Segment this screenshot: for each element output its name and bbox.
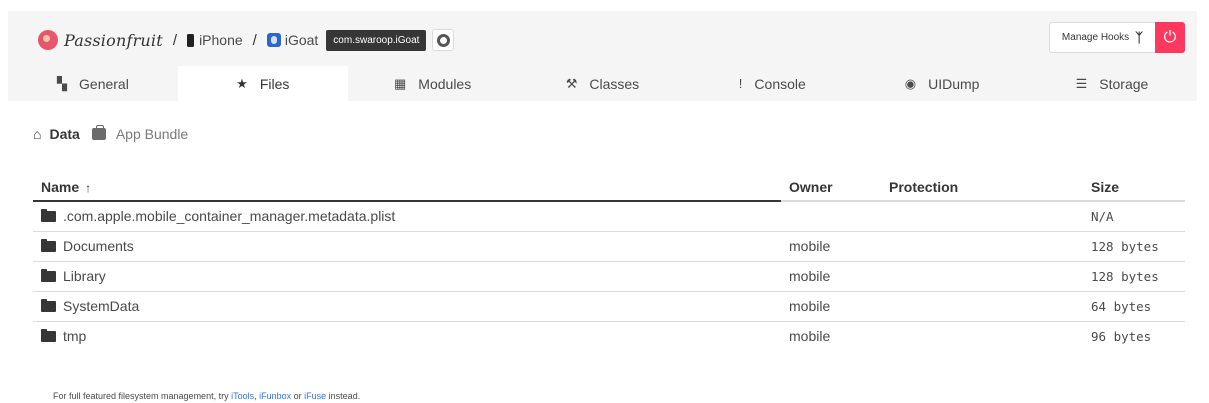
folder-icon [41, 209, 56, 223]
footer-prefix: For full featured filesystem management,… [53, 391, 232, 401]
table-header-row: Name ↑ Owner Protection Size [33, 173, 1185, 202]
hook-icon: ᛉ [1135, 30, 1143, 45]
tab-label: UIDump [928, 75, 980, 92]
header-breadcrumb: Passionfruit / iPhone / iGoat com.swaroo… [38, 28, 455, 52]
grid-icon: ▚ [57, 75, 68, 91]
app-name[interactable]: iGoat [285, 32, 318, 48]
screenshot-button[interactable] [432, 29, 455, 51]
file-owner [781, 201, 881, 232]
file-size: 128 bytes [1083, 231, 1185, 262]
file-owner: mobile [781, 291, 881, 322]
file-size: N/A [1083, 201, 1185, 232]
file-protection [881, 201, 1083, 232]
tab-label: General [79, 75, 129, 92]
console-alert-icon: ! [738, 76, 743, 91]
hooks-controls: Manage Hooks ᛉ ⏻ [1048, 22, 1185, 53]
tab-storage[interactable]: ☰ Storage [1027, 66, 1197, 101]
file-name: Library [63, 268, 106, 284]
table-row[interactable]: SystemData mobile 64 bytes [33, 291, 1185, 322]
file-owner: mobile [781, 261, 881, 292]
brand-name[interactable]: Passionfruit [64, 31, 163, 50]
camera-shutter-icon [436, 33, 450, 47]
tab-label: Modules [418, 75, 472, 92]
tab-console[interactable]: ! Console [687, 66, 857, 101]
file-size: 96 bytes [1091, 328, 1152, 344]
phone-icon [187, 33, 195, 47]
column-protection[interactable]: Protection [881, 173, 1083, 202]
tab-label: Storage [1099, 75, 1149, 92]
app-icon [266, 33, 281, 47]
table-row[interactable]: Documents mobile 128 bytes [33, 231, 1185, 262]
file-protection [881, 261, 1083, 292]
tab-files[interactable]: ★ Files [177, 66, 348, 101]
file-name: tmp [63, 328, 87, 345]
device-name[interactable]: iPhone [199, 32, 243, 48]
folder-icon [41, 299, 56, 312]
file-owner: mobile [781, 231, 881, 262]
tab-label: Console [754, 75, 806, 92]
tab-bar: ▚ General ★ Files ▦ Modules ⚒ Classes ! Conso… [8, 66, 1197, 101]
breadcrumb-separator: / [172, 31, 178, 49]
file-name-cell[interactable]: Library [33, 261, 781, 292]
manage-hooks-label: Manage Hooks [1061, 32, 1130, 43]
eye-icon: ◉ [904, 75, 917, 91]
file-name: .com.apple.mobile_container_manager.meta… [63, 208, 396, 225]
file-name-cell[interactable]: tmp [33, 321, 781, 351]
file-name: SystemData [63, 298, 140, 314]
ifuse-link[interactable]: iFuse [304, 391, 326, 401]
ifunbox-link[interactable]: iFunbox [259, 391, 291, 401]
folder-icon [41, 239, 56, 252]
location-breadcrumb: ⌂ Data App Bundle [33, 125, 188, 142]
folder-icon [41, 329, 56, 343]
sort-ascending-icon: ↑ [85, 180, 92, 195]
storage-icon: ☰ [1075, 75, 1088, 91]
file-name-cell[interactable]: Documents [33, 231, 781, 262]
home-icon[interactable]: ⌂ [33, 126, 41, 142]
folder-star-icon: ★ [236, 75, 248, 91]
tab-label: Classes [589, 75, 640, 92]
power-button[interactable]: ⏻ [1155, 22, 1185, 53]
itools-link[interactable]: iTools [231, 391, 254, 401]
file-size: 128 bytes [1083, 261, 1185, 292]
tab-label: Files [259, 75, 290, 92]
briefcase-icon [91, 125, 106, 140]
location-app-bundle[interactable]: App Bundle [116, 126, 188, 142]
file-name: Documents [63, 238, 134, 254]
file-protection [881, 231, 1083, 262]
location-data[interactable]: Data [49, 126, 79, 142]
file-name-cell[interactable]: .com.apple.mobile_container_manager.meta… [33, 201, 781, 232]
file-protection [881, 321, 1083, 351]
table-row[interactable]: .com.apple.mobile_container_manager.meta… [33, 201, 1185, 232]
files-table: Name ↑ Owner Protection Size .com.apple.m… [33, 173, 1185, 351]
bundle-id-tag: com.swaroop.iGoat [326, 29, 427, 51]
file-size: 64 bytes [1083, 291, 1185, 322]
file-name-cell[interactable]: SystemData [33, 291, 781, 322]
tab-general[interactable]: ▚ General [8, 66, 178, 101]
modules-icon: ▦ [394, 75, 407, 91]
power-icon: ⏻ [1163, 28, 1177, 46]
column-name-label: Name [41, 178, 80, 195]
footer-note: For full featured filesystem management,… [53, 391, 360, 401]
tab-modules[interactable]: ▦ Modules [348, 66, 518, 101]
column-owner[interactable]: Owner [781, 173, 881, 202]
footer-suffix: instead. [326, 391, 361, 401]
tab-uidump[interactable]: ◉ UIDump [857, 66, 1027, 101]
tab-classes[interactable]: ⚒ Classes [518, 66, 688, 101]
manage-hooks-button[interactable]: Manage Hooks ᛉ [1048, 22, 1155, 53]
column-name[interactable]: Name ↑ [33, 173, 781, 202]
footer-separator: or [291, 391, 305, 401]
table-row[interactable]: Library mobile 128 bytes [33, 261, 1185, 292]
gavel-icon: ⚒ [565, 75, 578, 91]
table-row[interactable]: tmp mobile 96 bytes [33, 321, 1185, 351]
file-protection [881, 291, 1083, 322]
breadcrumb-separator: / [252, 31, 257, 49]
passionfruit-logo-icon [38, 30, 58, 50]
column-size[interactable]: Size [1083, 173, 1185, 202]
file-owner: mobile [789, 328, 831, 345]
folder-icon [41, 269, 56, 282]
